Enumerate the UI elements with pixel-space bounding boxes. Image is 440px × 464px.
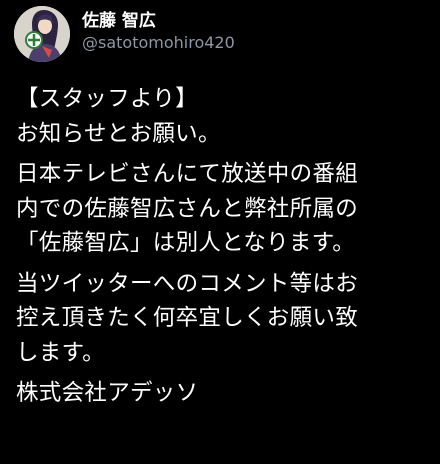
tweet-card: 佐藤 智広 @satotomohiro420 【スタッフより】 お知らせとお願い… xyxy=(0,0,440,464)
tweet-header: 佐藤 智広 @satotomohiro420 xyxy=(14,6,235,62)
author-names: 佐藤 智広 @satotomohiro420 xyxy=(82,10,235,54)
tweet-paragraph: 当ツイッターへのコメント等はお 控え頂きたく何卒宜しくお願い致 します。 xyxy=(16,270,359,366)
avatar[interactable] xyxy=(14,6,70,62)
tweet-paragraph: 【スタッフより】 お知らせとお願い。 xyxy=(16,86,221,147)
avatar-illustration-icon xyxy=(14,6,70,62)
tweet-paragraph: 日本テレビさんにて放送中の番組 内での佐藤智広さんと弊社所属の 「佐藤智広」は別… xyxy=(16,161,359,256)
display-name[interactable]: 佐藤 智広 xyxy=(82,10,235,32)
tweet-text: 【スタッフより】 お知らせとお願い。 日本テレビさんにて放送中の番組 内での佐藤… xyxy=(16,82,432,411)
tweet-paragraph: 株式会社アデッソ xyxy=(16,380,199,406)
user-handle[interactable]: @satotomohiro420 xyxy=(82,32,235,54)
